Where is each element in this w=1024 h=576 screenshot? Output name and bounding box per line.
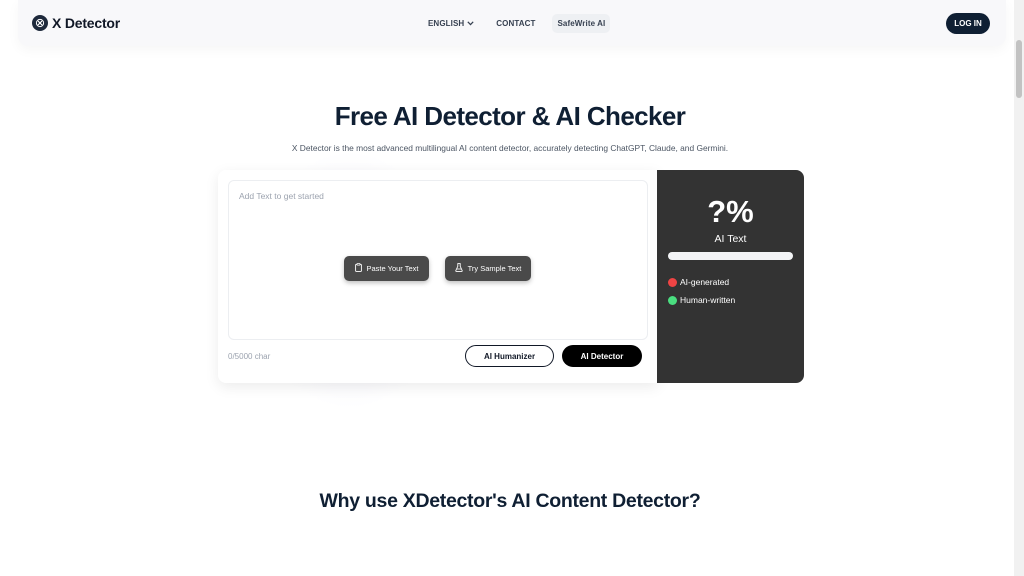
page-scrollbar[interactable] — [1014, 0, 1024, 576]
paste-text-label: Paste Your Text — [366, 264, 419, 273]
legend-label: Human-written — [680, 295, 736, 305]
red-dot-icon — [668, 277, 677, 287]
logo[interactable]: X Detector — [32, 15, 120, 31]
page-subtitle: X Detector is the most advanced multilin… — [291, 143, 729, 153]
paste-text-button[interactable]: Paste Your Text — [344, 256, 429, 281]
brand-name: X Detector — [52, 15, 121, 31]
nav-contact[interactable]: CONTACT — [491, 14, 540, 33]
ai-percent-value: ?% — [707, 194, 754, 229]
x-logo-icon — [32, 15, 48, 31]
section-heading: Why use XDetector's AI Content Detector? — [319, 490, 701, 512]
ai-humanizer-button[interactable]: AI Humanizer — [465, 345, 554, 367]
ai-progress-bar — [668, 252, 793, 260]
ai-percent-label: AI Text — [714, 233, 747, 245]
main-nav: ENGLISH CONTACT SafeWrite AI — [423, 14, 611, 33]
character-count: 0/5000 char — [228, 352, 271, 361]
legend-ai-generated: AI-generated — [668, 277, 729, 287]
try-sample-button[interactable]: Try Sample Text — [445, 256, 531, 281]
flask-icon — [454, 263, 463, 274]
language-selector[interactable]: ENGLISH — [423, 14, 479, 33]
green-dot-icon — [668, 295, 677, 305]
nav-safewrite-ai[interactable]: SafeWrite AI — [552, 14, 611, 33]
page-title: Free AI Detector & AI Checker — [334, 101, 686, 131]
chevron-down-icon — [467, 19, 474, 28]
try-sample-label: Try Sample Text — [467, 264, 522, 273]
login-button[interactable]: LOG IN — [946, 13, 990, 34]
legend-label: AI-generated — [680, 277, 730, 287]
scrollbar-thumb[interactable] — [1016, 40, 1022, 98]
ai-detector-button[interactable]: AI Detector — [562, 345, 642, 367]
legend-human-written: Human-written — [668, 295, 735, 305]
language-label: ENGLISH — [428, 19, 465, 28]
clipboard-icon — [354, 263, 362, 274]
text-editor-card: Paste Your Text Try Sample Text 0/5000 c… — [218, 170, 658, 383]
site-header: X Detector ENGLISH CONTACT SafeWrite AI … — [18, 0, 1006, 46]
result-panel: ?% AI Text AI-generated Human-written — [657, 170, 804, 383]
text-input[interactable] — [228, 180, 648, 340]
